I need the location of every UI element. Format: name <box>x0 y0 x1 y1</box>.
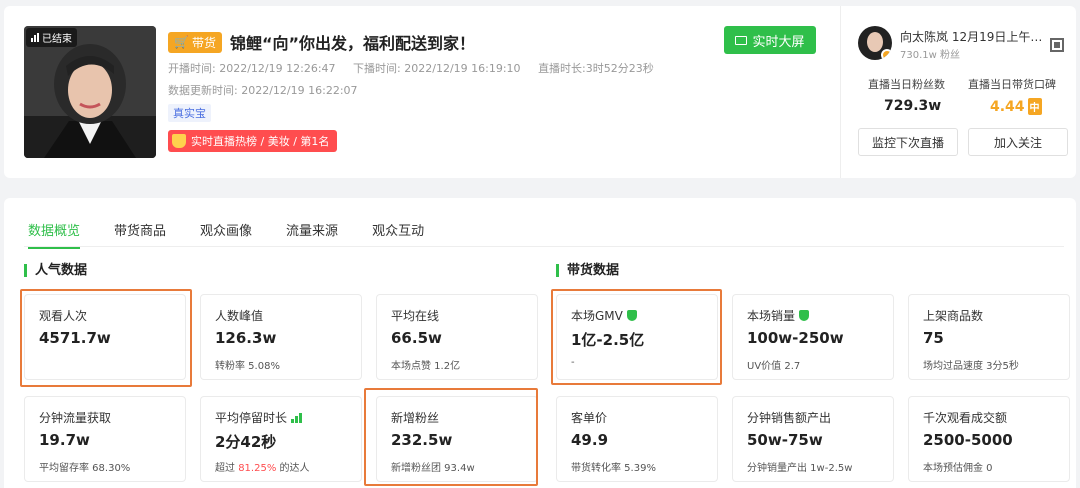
metric-card-minute-sales: 分钟销售额产出 50w-75w 分钟销量产出 1w-2.5w <box>732 396 894 482</box>
live-cover-image[interactable]: 已结束 <box>24 26 156 158</box>
tab-products[interactable]: 带货商品 <box>114 220 166 249</box>
anchor-fans: 730.1w 粉丝 <box>900 50 960 61</box>
monitor-next-live-button[interactable]: 监控下次直播 <box>858 128 958 156</box>
divider <box>840 6 841 178</box>
time-info: 开播时间: 2022/12/19 12:26:47 下播时间: 2022/12/… <box>168 62 654 75</box>
bars-icon <box>31 33 39 42</box>
metric-card-products: 上架商品数 75 场均过品速度 3分5秒 <box>908 294 1070 380</box>
qr-code-icon[interactable] <box>1050 38 1064 52</box>
tab-audience[interactable]: 观众画像 <box>200 220 252 249</box>
metric-card-gmv: 本场GMV 1亿-2.5亿 - <box>556 294 718 380</box>
verified-badge-icon <box>881 49 892 60</box>
goods-tag: 🛒 带货 <box>168 31 222 53</box>
cart-icon: 🛒 <box>174 35 189 49</box>
tab-interaction[interactable]: 观众互动 <box>372 220 424 249</box>
tab-traffic[interactable]: 流量来源 <box>286 220 338 249</box>
tab-overview[interactable]: 数据概览 <box>28 220 81 249</box>
metric-card-stay-time: 平均停留时长 2分42秒 超过 81.25% 的达人 <box>200 396 362 482</box>
monitor-icon <box>735 35 748 45</box>
shield-check-icon <box>626 310 637 321</box>
shield-check-icon <box>799 310 810 321</box>
popularity-section-title: 人气数据 <box>24 264 87 277</box>
daily-fans-label: 直播当日粉丝数 <box>868 78 945 91</box>
reputation-value: 4.44 中 <box>990 98 1042 115</box>
live-title: 锦鲤“向”你出发，福利配送到家！ <box>229 34 476 53</box>
tab-divider <box>24 246 1064 247</box>
data-panel: 数据概览 带货商品 观众画像 流量来源 观众互动 人气数据 带货数据 观看人次 … <box>4 198 1076 488</box>
reputation-label: 直播当日带货口碑 <box>968 78 1056 91</box>
auth-tag: 真实宝 <box>168 104 211 122</box>
follow-button[interactable]: 加入关注 <box>968 128 1068 156</box>
metric-card-minute-traffic: 分钟流量获取 19.7w 平均留存率 68.30% <box>24 396 186 482</box>
metric-card-sales-volume: 本场销量 100w-250w UV价值 2.7 <box>732 294 894 380</box>
realtime-screen-button[interactable]: 实时大屏 <box>724 26 816 54</box>
tab-bar: 数据概览 带货商品 观众画像 流量来源 观众互动 <box>28 220 424 249</box>
level-badge: 中 <box>1027 98 1042 115</box>
metric-card-avg-online: 平均在线 66.5w 本场点赞 1.2亿 <box>376 294 538 380</box>
anchor-avatar[interactable] <box>858 26 892 60</box>
hot-rank-badge[interactable]: 实时直播热榜 / 美妆 / 第1名 <box>168 130 338 152</box>
live-info-card: 已结束 🛒 带货 锦鲤“向”你出发，福利配送到家！ 开播时间: 2022/12/… <box>4 6 1076 178</box>
metric-card-peak: 人数峰值 126.3w 转粉率 5.08% <box>200 294 362 380</box>
ended-badge: 已结束 <box>26 28 77 47</box>
daily-fans-value: 729.3w <box>884 98 942 114</box>
metric-card-views: 观看人次 4571.7w <box>24 294 186 380</box>
sales-section-title: 带货数据 <box>556 264 619 277</box>
metric-card-new-fans: 新增粉丝 232.5w 新增粉丝团 93.4w <box>376 396 538 482</box>
trend-chart-icon[interactable] <box>291 412 303 423</box>
metric-card-gpm: 千次观看成交额 2500-5000 本场预估佣金 0 <box>908 396 1070 482</box>
update-info: 数据更新时间: 2022/12/19 16:22:07 <box>168 84 358 97</box>
trophy-icon <box>172 134 186 148</box>
metric-card-unit-price: 客单价 49.9 带货转化率 5.39% <box>556 396 718 482</box>
anchor-name[interactable]: 向太陈岚 12月19日上午11... <box>900 28 1045 45</box>
